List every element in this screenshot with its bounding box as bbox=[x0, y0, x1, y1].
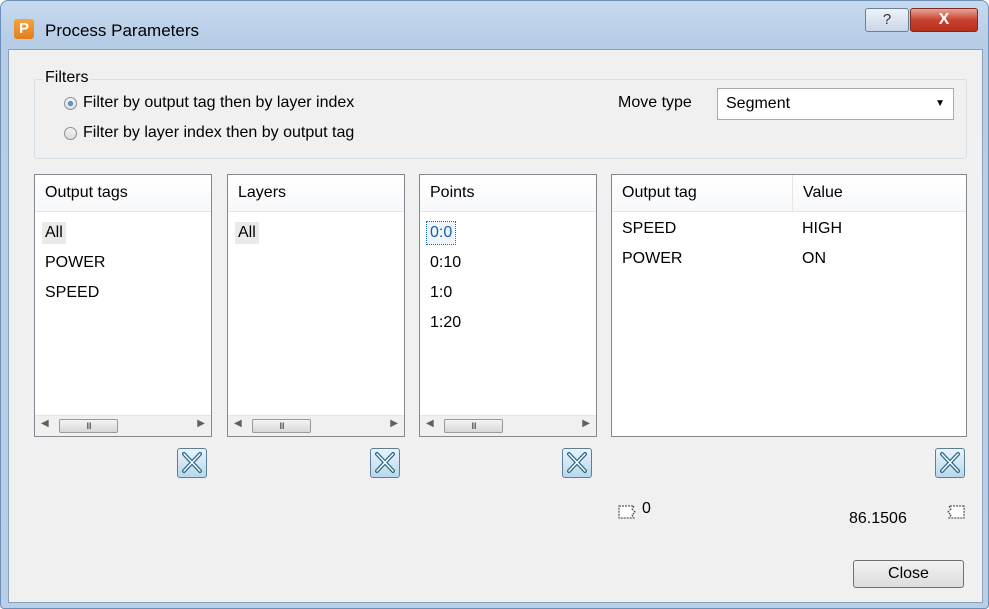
clear-filter-icon bbox=[567, 452, 587, 473]
filter-by-layer-option[interactable]: Filter by layer index then by output tag bbox=[64, 124, 354, 142]
radio-checked-icon[interactable] bbox=[64, 96, 77, 110]
filter-by-tag-option[interactable]: Filter by output tag then by layer index bbox=[64, 94, 354, 112]
radio-unchecked-icon[interactable] bbox=[64, 126, 77, 140]
filter-by-layer-label: Filter by layer index then by output tag bbox=[83, 124, 355, 141]
list-item-label: 1:0 bbox=[430, 284, 453, 301]
row-value: HIGH bbox=[802, 220, 842, 237]
app-icon: P bbox=[14, 19, 34, 39]
list-item-label: 1:20 bbox=[430, 314, 462, 331]
output-tags-header: Output tags bbox=[35, 175, 211, 212]
help-button[interactable]: ? bbox=[865, 8, 909, 32]
list-item-label: 0:10 bbox=[430, 254, 462, 271]
dialog-body: Filters Filter by output tag then by lay… bbox=[8, 49, 983, 603]
scroll-right-icon[interactable]: ▶ bbox=[390, 418, 398, 429]
scroll-thumb[interactable]: III bbox=[252, 419, 311, 433]
list-item[interactable]: 1:0 bbox=[420, 278, 596, 308]
list-item[interactable]: SPEED bbox=[35, 278, 211, 308]
clear-layers-button[interactable] bbox=[370, 448, 400, 478]
range-end-readout: 86.1506 bbox=[849, 510, 907, 527]
values-panel: Output tag Value SPEED HIGH POWER ON bbox=[611, 174, 967, 437]
row-tag: POWER bbox=[622, 250, 683, 267]
points-list: 0:0 0:10 1:0 1:20 bbox=[420, 212, 596, 338]
list-item[interactable]: POWER bbox=[35, 248, 211, 278]
list-item-label: SPEED bbox=[45, 284, 100, 301]
move-type-select[interactable]: Segment ▼ bbox=[717, 88, 954, 120]
list-item[interactable]: 0:10 bbox=[420, 248, 596, 278]
filters-legend: Filters bbox=[43, 69, 91, 87]
clear-filter-icon bbox=[375, 452, 395, 473]
move-type-label: Move type bbox=[618, 94, 692, 111]
output-tags-list: All POWER SPEED bbox=[35, 212, 211, 308]
clear-points-button[interactable] bbox=[562, 448, 592, 478]
layers-header: Layers bbox=[228, 175, 404, 212]
window-close-button[interactable]: X bbox=[910, 8, 978, 32]
ruler-right-icon bbox=[947, 505, 965, 519]
list-item[interactable]: All bbox=[228, 218, 404, 248]
points-panel: Points 0:0 0:10 1:0 1:20 ◀ III ▶ bbox=[419, 174, 597, 437]
output-tags-scrollbar[interactable]: ◀ III ▶ bbox=[35, 415, 211, 436]
clear-values-button[interactable] bbox=[935, 448, 965, 478]
scroll-left-icon[interactable]: ◀ bbox=[234, 418, 242, 429]
values-header: Output tag Value bbox=[612, 175, 966, 212]
list-item-label: 0:0 bbox=[425, 221, 457, 245]
ruler-left-icon bbox=[618, 505, 636, 519]
list-item-label: POWER bbox=[45, 254, 106, 271]
points-scrollbar[interactable]: ◀ III ▶ bbox=[420, 415, 596, 436]
move-type-value: Segment bbox=[726, 95, 791, 112]
values-table: SPEED HIGH POWER ON bbox=[612, 212, 966, 274]
layers-list: All bbox=[228, 212, 404, 248]
process-parameters-window: P Process Parameters ? X Filters Filter … bbox=[0, 0, 989, 609]
output-tags-panel: Output tags All POWER SPEED ◀ III ▶ bbox=[34, 174, 212, 437]
close-button[interactable]: Close bbox=[853, 560, 964, 588]
range-start-readout: 0 bbox=[642, 500, 651, 517]
scroll-right-icon[interactable]: ▶ bbox=[582, 418, 590, 429]
table-row[interactable]: POWER ON bbox=[612, 244, 966, 274]
list-item[interactable]: 0:0 bbox=[420, 218, 596, 248]
layers-scrollbar[interactable]: ◀ III ▶ bbox=[228, 415, 404, 436]
chevron-down-icon: ▼ bbox=[935, 98, 945, 109]
list-item[interactable]: All bbox=[35, 218, 211, 248]
clear-filter-icon bbox=[182, 452, 202, 473]
column-header-value[interactable]: Value bbox=[793, 175, 843, 211]
list-item-label: All bbox=[42, 222, 66, 244]
list-item[interactable]: 1:20 bbox=[420, 308, 596, 338]
scroll-thumb[interactable]: III bbox=[59, 419, 118, 433]
clear-filter-icon bbox=[940, 452, 960, 473]
clear-output-tags-button[interactable] bbox=[177, 448, 207, 478]
table-row[interactable]: SPEED HIGH bbox=[612, 214, 966, 244]
column-header-output-tag[interactable]: Output tag bbox=[612, 175, 793, 211]
list-item-label: All bbox=[235, 222, 259, 244]
scroll-left-icon[interactable]: ◀ bbox=[426, 418, 434, 429]
row-tag: SPEED bbox=[622, 220, 677, 237]
filter-by-tag-label: Filter by output tag then by layer index bbox=[83, 94, 355, 111]
window-title: Process Parameters bbox=[45, 21, 199, 40]
layers-panel: Layers All ◀ III ▶ bbox=[227, 174, 405, 437]
title-bar[interactable]: P Process Parameters ? X bbox=[1, 1, 988, 49]
points-header: Points bbox=[420, 175, 596, 212]
row-value: ON bbox=[802, 250, 826, 267]
scroll-right-icon[interactable]: ▶ bbox=[197, 418, 205, 429]
scroll-left-icon[interactable]: ◀ bbox=[41, 418, 49, 429]
scroll-thumb[interactable]: III bbox=[444, 419, 503, 433]
